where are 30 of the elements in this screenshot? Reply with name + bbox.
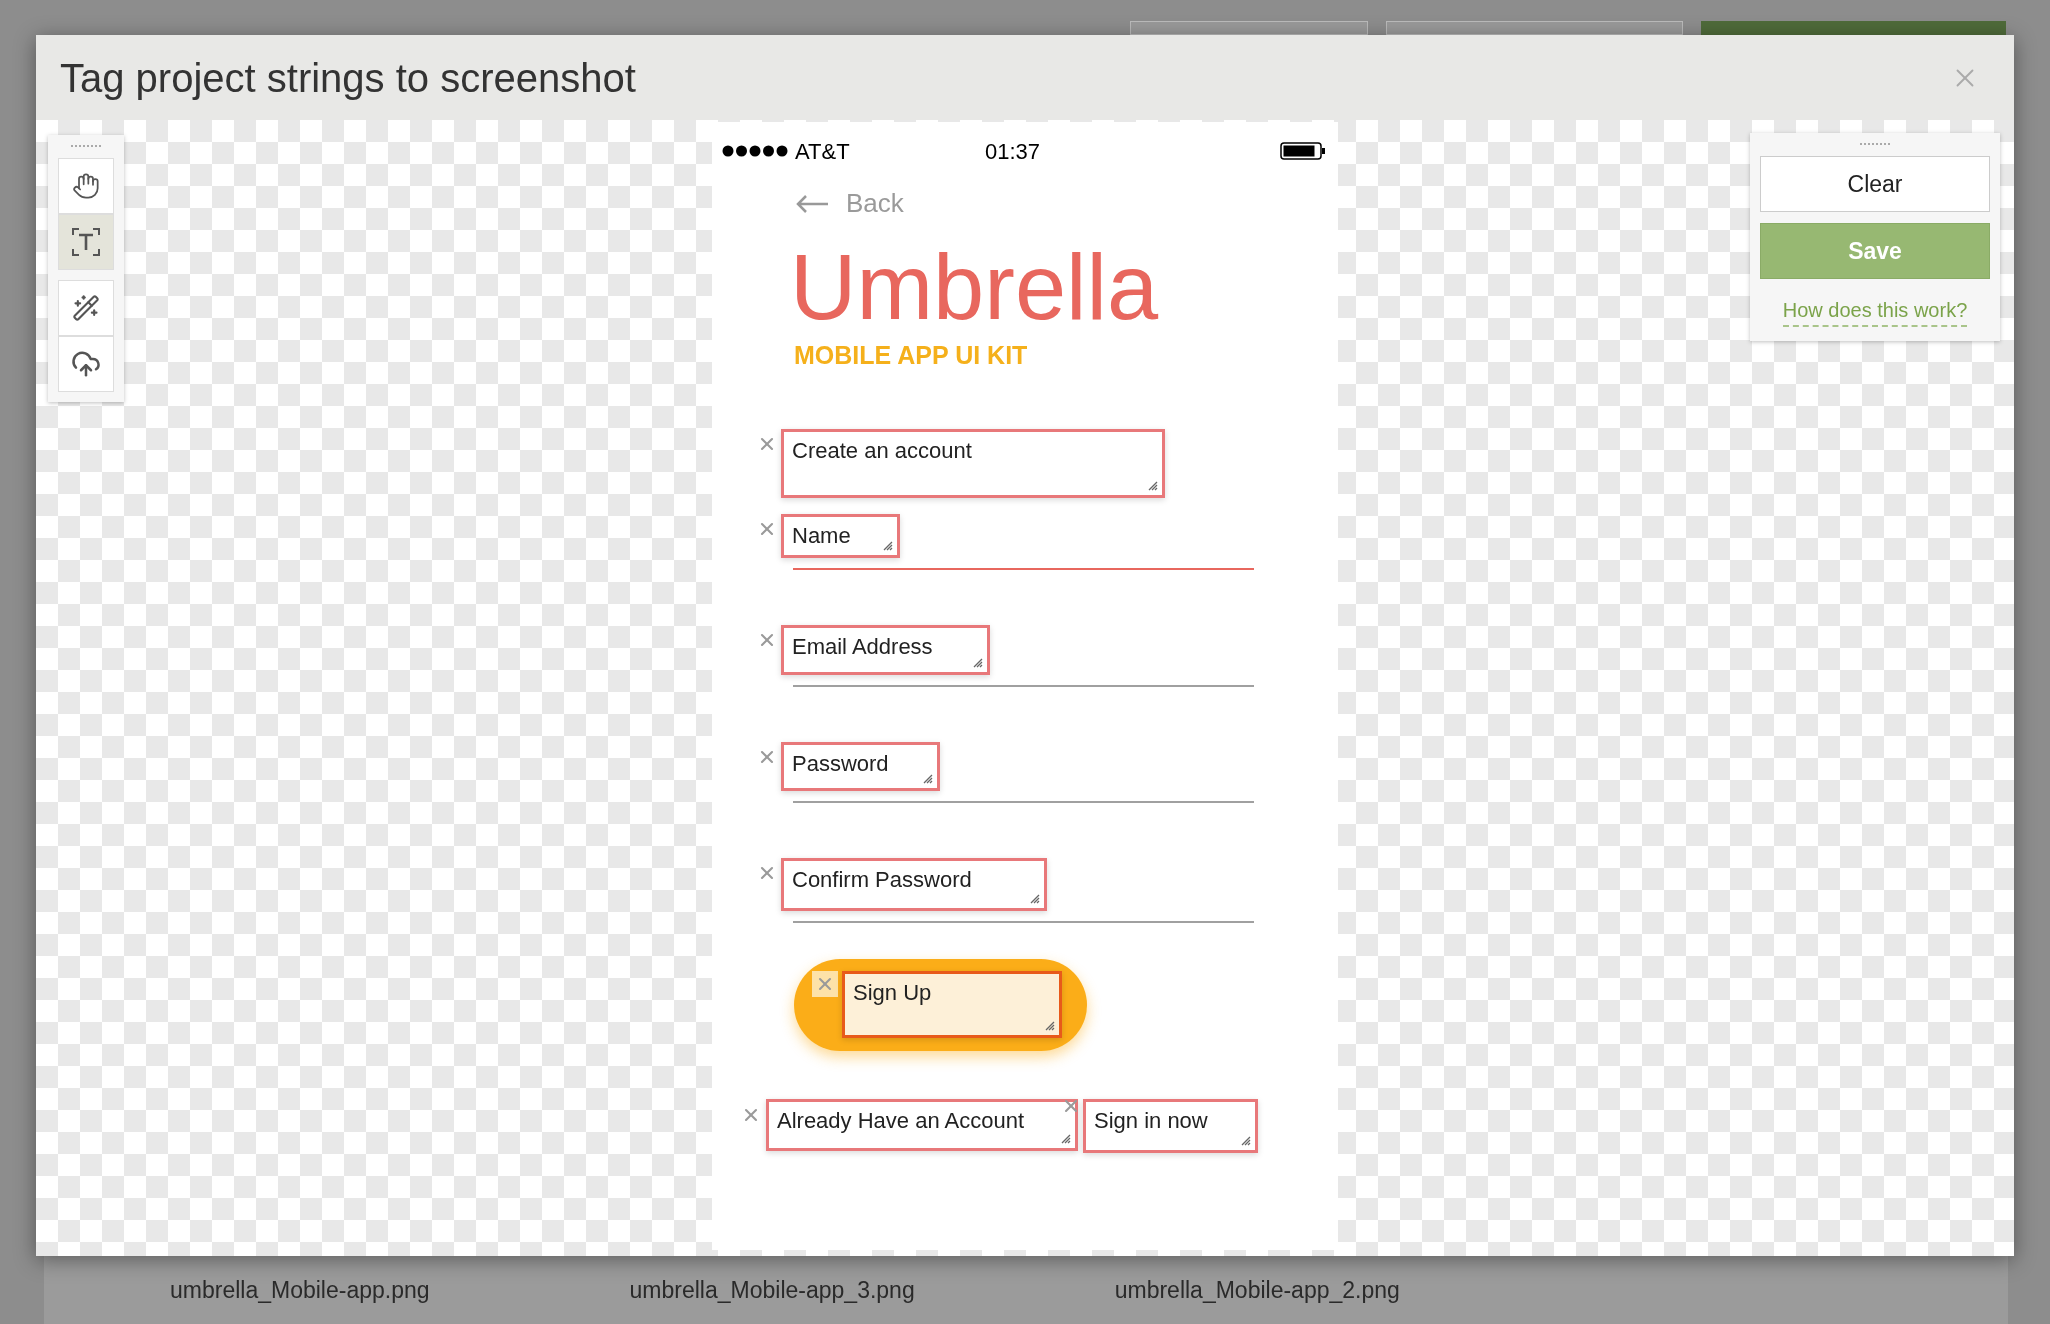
text-select-icon <box>71 227 101 257</box>
tool-button[interactable] <box>58 214 114 270</box>
string-tag[interactable]: Email Address <box>781 624 990 675</box>
carrier-label: AT&T <box>795 137 851 166</box>
string-tag[interactable]: Sign in now <box>1083 1098 1258 1153</box>
clear-button[interactable]: Clear <box>1760 156 1990 212</box>
string-tag[interactable]: Name <box>781 513 900 558</box>
cloud-upload-icon <box>71 349 101 379</box>
string-tag[interactable]: Password <box>781 741 940 791</box>
magic-wand-icon <box>72 294 100 322</box>
hand-icon <box>72 172 100 200</box>
clock-time: 01:37 <box>985 137 1041 166</box>
signal-dots-icon <box>722 145 788 157</box>
dialog-title: Tag project strings to screenshot <box>60 54 636 102</box>
string-tag[interactable]: Confirm Password <box>781 857 1047 911</box>
file-name[interactable]: umbrella_Mobile-app_2.png <box>1114 1272 1400 1308</box>
drag-handle-icon[interactable] <box>1860 143 1890 146</box>
string-tag[interactable]: Already Have an Account <box>766 1098 1078 1151</box>
tool-button[interactable] <box>58 280 114 336</box>
tool-button[interactable] <box>58 158 114 214</box>
back-arrow-icon[interactable] <box>795 193 829 214</box>
string-tag[interactable]: Sign Up <box>842 970 1062 1038</box>
file-name[interactable]: umbrella_Mobile-app.png <box>170 1272 430 1308</box>
file-name[interactable]: umbrella_Mobile-app_3.png <box>629 1272 915 1308</box>
string-tag[interactable]: Create an account <box>781 428 1165 498</box>
battery-icon <box>1280 142 1326 160</box>
app-subtitle: MOBILE APP UI KIT <box>794 340 1028 371</box>
drag-handle-icon[interactable] <box>71 145 101 148</box>
app-title: Umbrella <box>790 237 1159 337</box>
tool-button[interactable] <box>58 336 114 392</box>
